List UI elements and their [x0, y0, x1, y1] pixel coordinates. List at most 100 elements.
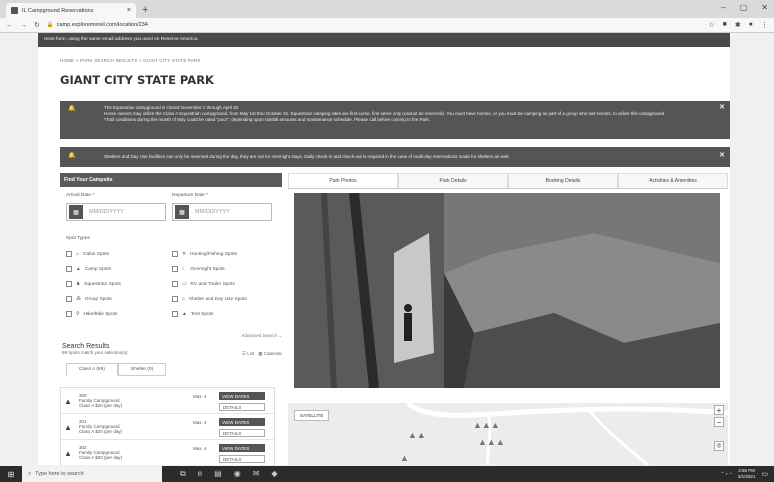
bike-icon: ⚲	[76, 311, 80, 317]
advanced-search-label: Advanced Search	[241, 333, 277, 338]
close-tab-icon[interactable]: ×	[127, 7, 131, 14]
bookmark-star-icon[interactable]: ☆	[708, 21, 714, 29]
spot-cabin[interactable]: ⌂ Cabin Spots	[66, 251, 109, 257]
satellite-toggle[interactable]: SATELLITE	[294, 410, 330, 421]
checkbox[interactable]	[172, 281, 178, 287]
chrome-icon[interactable]: ◉	[234, 469, 241, 479]
extension-icon[interactable]: ■	[723, 21, 727, 29]
taskbar-search[interactable]: ⌕ Type here to search	[22, 466, 162, 482]
finder-header: Find Your Campsite	[60, 173, 282, 187]
advanced-search-link[interactable]: Advanced Search ⌄	[241, 333, 282, 339]
breadcrumb[interactable]: HOME > PARK SEARCH RESULTS > GIANT CITY …	[60, 58, 201, 63]
checkbox[interactable]	[66, 281, 72, 287]
max-occupancy: Max. 4	[193, 394, 207, 399]
close-alert-button[interactable]: ✕	[719, 152, 725, 159]
spot-tent[interactable]: ▲ Tent Spots	[172, 311, 213, 317]
zoom-out-button[interactable]: −	[714, 417, 724, 427]
svg-text:▲: ▲	[400, 453, 409, 463]
view-dates-button[interactable]: VIEW DATES	[219, 418, 265, 426]
minimize-button[interactable]: –	[721, 3, 725, 12]
browser-tab[interactable]: IL Campground Reservations ×	[6, 3, 136, 18]
checkbox[interactable]	[172, 251, 178, 257]
tab-class-a[interactable]: Class A (69)	[66, 363, 118, 376]
restore-button[interactable]: ▢	[740, 3, 748, 12]
zoom-in-button[interactable]: +	[714, 405, 724, 415]
details-button[interactable]: DETAILS	[219, 403, 265, 411]
tab-shelter[interactable]: Shelter (0)	[117, 363, 167, 376]
svg-text:▲▲: ▲▲	[408, 430, 426, 440]
details-button[interactable]: DETAILS	[219, 455, 265, 463]
departure-date-input[interactable]: ▦ MM/DD/YYYY	[172, 203, 272, 221]
reload-icon[interactable]: ↻	[34, 21, 40, 29]
menu-icon[interactable]: ⋮	[761, 21, 768, 29]
windows-start-icon[interactable]: ⊞	[0, 470, 22, 479]
departure-placeholder: MM/DD/YYYY	[195, 209, 230, 215]
site-info: 301 Family Campground Class A $20 (per d…	[79, 419, 122, 434]
spot-camp[interactable]: ▲ Camp Spots	[66, 266, 111, 272]
forward-icon[interactable]: →	[20, 22, 27, 29]
list-item: ▲ 301 Family Campground Class A $20 (per…	[61, 414, 274, 440]
spot-rv-trailer[interactable]: ▭ RV and Trailer Spots	[172, 281, 235, 287]
calendar-view-button[interactable]: ▦ Calendar	[258, 351, 282, 357]
clock[interactable]: 3:55 PM 3/1/2021	[738, 468, 756, 480]
checkbox[interactable]	[66, 296, 72, 302]
spot-group[interactable]: ⁂ Group Spots	[66, 296, 112, 302]
checkbox[interactable]	[66, 311, 72, 317]
favicon-icon	[11, 7, 18, 14]
tab-booking-details[interactable]: Booking Details	[508, 173, 618, 188]
extensions-puzzle-icon[interactable]: ✱	[735, 21, 741, 29]
profile-icon[interactable]: ●	[749, 21, 753, 29]
spot-shelter[interactable]: ⌂ Shelter and Day Use Spots	[172, 296, 247, 302]
spot-label: RV and Trailer Spots	[190, 281, 235, 287]
top-notice: reset form, using the same email address…	[38, 33, 730, 47]
file-explorer-icon[interactable]: ▤	[214, 469, 222, 479]
edge-icon[interactable]: e	[198, 469, 202, 479]
checkbox[interactable]	[172, 311, 178, 317]
svg-text:▲▲▲: ▲▲▲	[478, 437, 505, 447]
spot-equestrian[interactable]: ♞ Equestrian Spots	[66, 281, 121, 287]
checkbox[interactable]	[172, 266, 178, 272]
park-info-tabs: Park Photos Park Details Booking Details…	[288, 173, 728, 189]
shelter-icon: ⌂	[182, 296, 185, 302]
campsite-finder: Find Your Campsite Arrival Date * ▦ MM/D…	[60, 173, 282, 465]
locate-icon[interactable]: ◎	[714, 441, 724, 451]
details-button[interactable]: DETAILS	[219, 429, 265, 437]
spot-overnight[interactable]: ☾ Overnight Spots	[172, 266, 225, 272]
address-bar-row: ← → ↻ 🔒 camp.exploremoreil.com/location/…	[0, 18, 774, 33]
horse-icon: ♞	[76, 281, 81, 287]
task-view-icon[interactable]: ⧉	[180, 469, 186, 479]
checkbox[interactable]	[66, 266, 72, 272]
app-icon[interactable]: ◆	[271, 469, 277, 479]
site-price: Class A $20 (per day)	[79, 429, 123, 434]
max-occupancy: Max. 4	[193, 446, 207, 451]
rv-icon: ▭	[182, 281, 187, 287]
view-dates-button[interactable]: VIEW DATES	[219, 444, 265, 452]
checkbox[interactable]	[66, 251, 72, 257]
site-info: 302 Family Campground Class A $20 (per d…	[79, 445, 122, 460]
checkbox[interactable]	[172, 296, 178, 302]
browser-tab-strip: IL Campground Reservations × + – ▢ ✕	[0, 0, 774, 18]
arrival-date-input[interactable]: ▦ MM/DD/YYYY	[66, 203, 166, 221]
list-view-button[interactable]: ☰ List	[242, 351, 254, 357]
address-bar[interactable]: 🔒 camp.exploremoreil.com/location/234	[47, 22, 702, 28]
park-map[interactable]: ▲▲ ▲▲▲ ▲▲▲ ▲ SATELLITE + − ◎	[288, 403, 728, 465]
notification-icon[interactable]: ▭	[761, 470, 768, 478]
new-tab-button[interactable]: +	[142, 3, 148, 17]
close-window-button[interactable]: ✕	[761, 3, 768, 12]
view-dates-button[interactable]: VIEW DATES	[219, 392, 265, 400]
list-view-label: List	[247, 351, 255, 356]
close-alert-button[interactable]: ✕	[719, 104, 725, 111]
taskbar-apps: ⧉ e ▤ ◉ ✉ ◆	[180, 469, 278, 479]
spot-label: Shelter and Day Use Spots	[188, 296, 247, 302]
tab-park-details[interactable]: Park Details	[398, 173, 508, 188]
tab-activities[interactable]: Activities & Amenities	[618, 173, 728, 188]
tab-park-photos[interactable]: Park Photos	[288, 173, 398, 188]
back-icon[interactable]: ←	[6, 22, 13, 29]
svg-text:▲▲▲: ▲▲▲	[473, 420, 500, 430]
tray-icons[interactable]: ⌃ ♪ ◔	[721, 471, 732, 477]
list-item: ▲ 302 Family Campground Class A $20 (per…	[61, 440, 274, 465]
extension-icons: ☆ ■ ✱ ● ⋮	[708, 21, 768, 29]
mail-icon[interactable]: ✉	[253, 469, 260, 479]
spot-hike-bike[interactable]: ⚲ Hike/Bike Spots	[66, 311, 117, 317]
spot-hunting-fishing[interactable]: ✕ Hunting/Fishing Spots	[172, 251, 237, 257]
